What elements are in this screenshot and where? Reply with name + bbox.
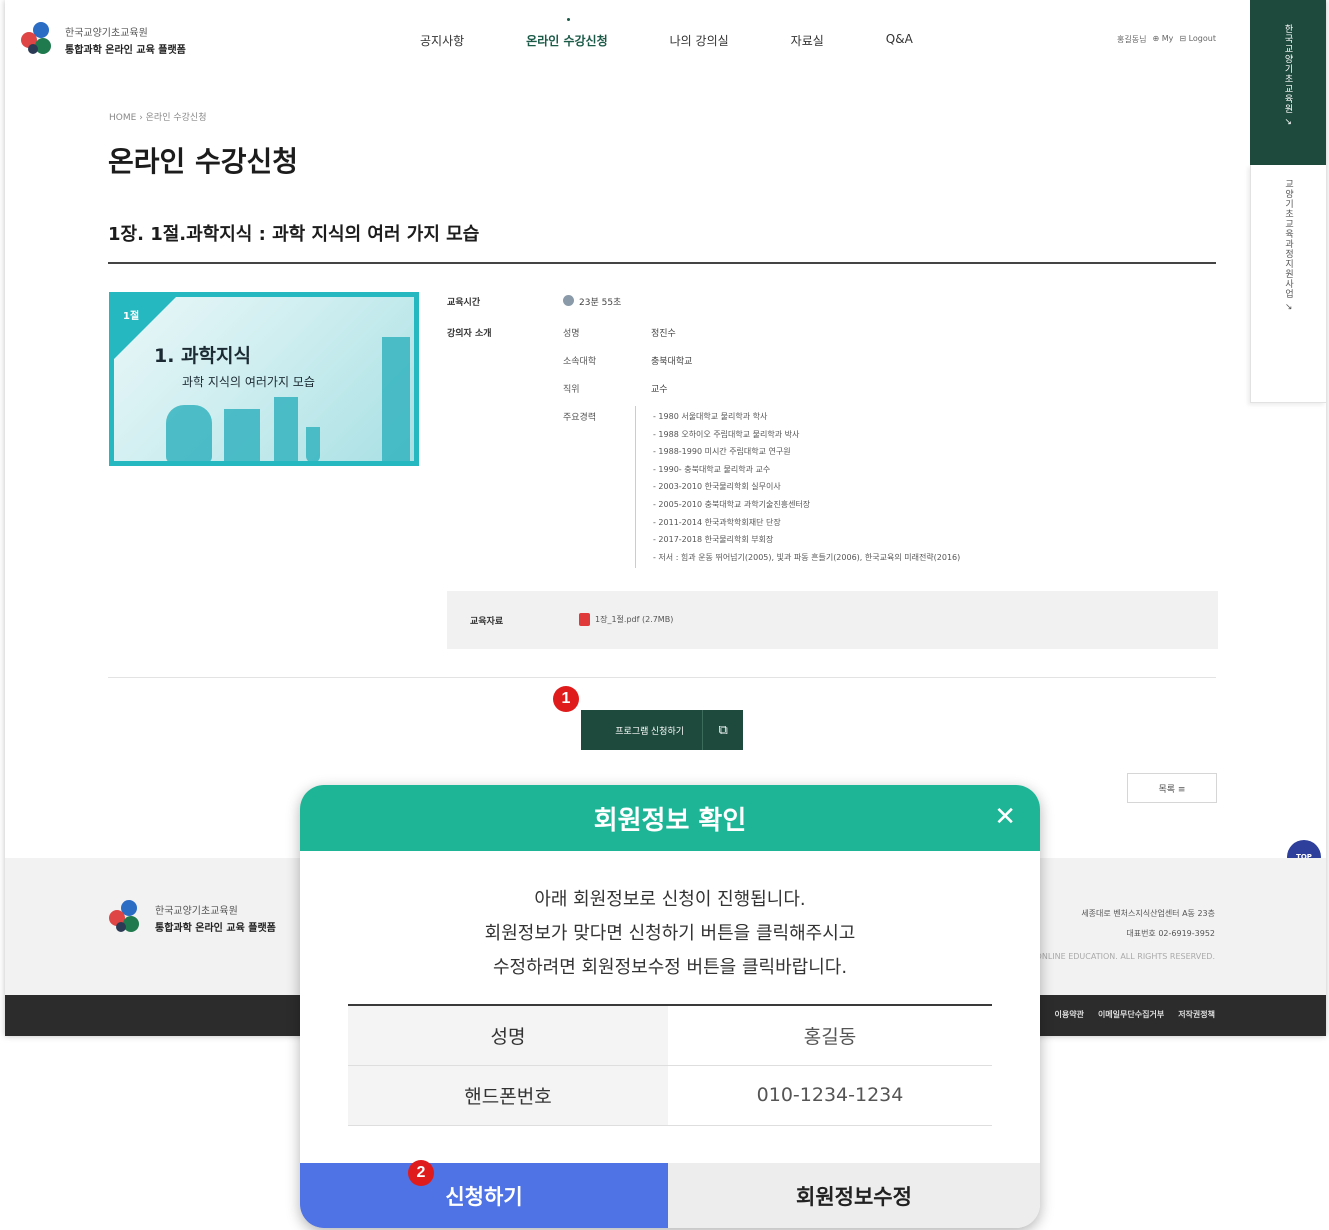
program-apply-button[interactable]: 프로그램 신청하기 ⧉ [581, 710, 743, 750]
duration-label: 교육시간 [447, 298, 481, 308]
member-phone-key: 핸드폰번호 [348, 1065, 668, 1126]
site-header: 한국교양기초교육원 통합과학 온라인 교육 플랫폼 공지사항 온라인 수강신청 … [5, 0, 1250, 80]
submit-button[interactable]: 신청하기 [300, 1163, 668, 1228]
lecture-thumbnail: 1절 1. 과학지식 과학 지식의 여러가지 모습 [109, 292, 419, 466]
table-row: 핸드폰번호 010-1234-1234 [348, 1065, 992, 1126]
page-title: 온라인 수강신청 [108, 145, 299, 178]
test-tube-icon [306, 427, 320, 461]
nav-online-enrollment[interactable]: 온라인 수강신청 [526, 18, 608, 49]
breadcrumb-current: 온라인 수강신청 [145, 113, 207, 123]
pdf-icon [579, 613, 590, 626]
nav-my-classroom[interactable]: 나의 강의실 [670, 32, 729, 49]
member-name-key: 성명 [348, 1005, 668, 1066]
my-link[interactable]: ⊕ My [1152, 34, 1173, 45]
footer-platform-name: 통합과학 온라인 교육 플랫폼 [155, 923, 276, 934]
modal-message-line: 회원정보가 맞다면 신청하기 버튼을 클릭해주시고 [484, 923, 856, 944]
user-name: 홍길동님 [1117, 35, 1147, 44]
career-item: - 2017-2018 한국물리학회 부회장 [653, 535, 774, 545]
member-phone-value: 010-1234-1234 [668, 1065, 992, 1126]
nav-notice[interactable]: 공지사항 [420, 32, 464, 49]
material-file-link[interactable]: 1장_1절.pdf (2.7MB) [595, 614, 673, 625]
career-item: - 저서 : 힘과 운동 뛰어넘기(2005), 빛과 파동 흔들기(2006)… [653, 552, 961, 562]
member-info-table: 성명 홍길동 핸드폰번호 010-1234-1234 [348, 1004, 992, 1126]
footer-phone: 대표번호 02-6919-3952 [1126, 929, 1215, 938]
career-item: - 2005-2010 충북대학교 과학기술진흥센터장 [653, 499, 811, 509]
affiliation-key: 소속대학 [563, 357, 597, 367]
member-confirm-modal: 회원정보 확인 ✕ 아래 회원정보로 신청이 진행됩니다. 회원정보가 맞다면 … [300, 785, 1040, 1228]
clock-icon [563, 295, 574, 306]
logout-link[interactable]: ⊟ Logout [1179, 34, 1216, 45]
beaker-icon [224, 409, 260, 461]
divider [108, 677, 1216, 678]
thumbnail-title: 1. 과학지식 [154, 345, 251, 367]
footer-links: 이용약관 이메일무단수집거부 저작권정책 [1054, 1009, 1215, 1020]
nav-qna[interactable]: Q&A [886, 32, 913, 49]
cylinder-icon [274, 397, 298, 461]
career-item: - 2011-2014 한국과학학회재단 단장 [653, 517, 781, 527]
career-item: - 2003-2010 한국물리학회 실무이사 [653, 482, 781, 492]
thumbnail-badge: 1절 [123, 311, 140, 322]
career-item: - 1990- 충북대학교 물리학과 교수 [653, 464, 771, 474]
instructor-label: 강의자 소개 [447, 329, 492, 339]
side-tab-kcge[interactable]: 한국교양기초교육원 ↗ [1250, 0, 1326, 165]
step-marker-1: 1 [553, 686, 579, 712]
materials-label: 교육자료 [470, 617, 504, 627]
materials-box: 교육자료 1장_1절.pdf (2.7MB) [447, 591, 1218, 649]
side-tab-support-program-label: 교양기초교육과정지원사업 ↗ [1283, 179, 1293, 312]
career-item: - 1988 오하이오 주립대학교 물리학과 박사 [653, 429, 800, 439]
career-key: 주요경력 [563, 413, 597, 423]
career-list: - 1980 서울대학교 물리학과 학사 - 1988 오하이오 주립대학교 물… [653, 408, 960, 566]
name-key: 성명 [563, 329, 580, 339]
flask-icon [166, 405, 212, 461]
modal-message-line: 아래 회원정보로 신청이 진행됩니다. [534, 889, 806, 910]
table-row: 성명 홍길동 [348, 1005, 992, 1066]
thumbnail-subtitle: 과학 지식의 여러가지 모습 [182, 375, 315, 389]
close-icon[interactable]: ✕ [994, 803, 1016, 831]
logo-platform-name: 통합과학 온라인 교육 플랫폼 [65, 45, 186, 56]
footer-address: 세종대로 벤처스지식산업센터 A동 23층 [1081, 909, 1215, 918]
modal-title: 회원정보 확인 [593, 805, 747, 836]
footer-link-copyright-policy[interactable]: 저작권정책 [1178, 1009, 1215, 1020]
divider [108, 262, 1216, 264]
modal-message: 아래 회원정보로 신청이 진행됩니다. 회원정보가 맞다면 신청하기 버튼을 클… [300, 883, 1040, 985]
lecture-title: 1장. 1절.과학지식 : 과학 지식의 여러 가지 모습 [108, 224, 480, 245]
list-button[interactable]: 목록 ≡ [1127, 773, 1217, 803]
external-link-icon: ⧉ [718, 722, 728, 737]
duration-value: 23분 55초 [579, 298, 622, 308]
step-marker-2: 2 [408, 1160, 434, 1186]
career-divider [635, 406, 636, 568]
footer-logo: 한국교양기초교육원 통합과학 온라인 교육 플랫폼 [109, 900, 276, 936]
user-utility-menu: 홍길동님 ⊕ My ⊟ Logout [1117, 34, 1216, 45]
name-value: 정진수 [651, 329, 676, 339]
edit-member-info-button[interactable]: 회원정보수정 [668, 1163, 1040, 1228]
modal-header: 회원정보 확인 ✕ [300, 785, 1040, 851]
breadcrumb: HOME › 온라인 수강신청 [109, 110, 206, 123]
footer-link-terms[interactable]: 이용약관 [1054, 1009, 1083, 1020]
affiliation-value: 충북대학교 [651, 357, 693, 367]
program-apply-label: 프로그램 신청하기 [615, 725, 685, 736]
career-item: - 1988-1990 미시간 주립대학교 연구원 [653, 447, 791, 457]
footer-link-email-policy[interactable]: 이메일무단수집거부 [1098, 1009, 1164, 1020]
breadcrumb-home[interactable]: HOME [109, 113, 136, 123]
footer-address-block: 세종대로 벤처스지식산업센터 A동 23층 대표번호 02-6919-3952 [1081, 904, 1215, 944]
logo-org-name: 한국교양기초교육원 [65, 28, 148, 39]
footer-org-name: 한국교양기초교육원 [155, 906, 238, 917]
position-key: 직위 [563, 385, 580, 395]
career-item: - 1980 서울대학교 물리학과 학사 [653, 412, 768, 421]
nav-resources[interactable]: 자료실 [791, 32, 824, 49]
main-nav: 공지사항 온라인 수강신청 나의 강의실 자료실 Q&A [420, 18, 975, 49]
tall-cylinder-icon [382, 337, 410, 461]
modal-message-line: 수정하려면 회원정보수정 버튼을 클릭바랍니다. [492, 957, 848, 978]
logo-icon [21, 22, 57, 58]
position-value: 교수 [651, 385, 668, 395]
site-logo[interactable]: 한국교양기초교육원 통합과학 온라인 교육 플랫폼 [21, 22, 186, 58]
side-tab-support-program[interactable]: 교양기초교육과정지원사업 ↗ [1250, 165, 1326, 403]
side-tab-kcge-label: 한국교양기초교육원 ↗ [1282, 24, 1293, 127]
member-name-value: 홍길동 [668, 1005, 992, 1066]
logo-icon [109, 900, 145, 936]
